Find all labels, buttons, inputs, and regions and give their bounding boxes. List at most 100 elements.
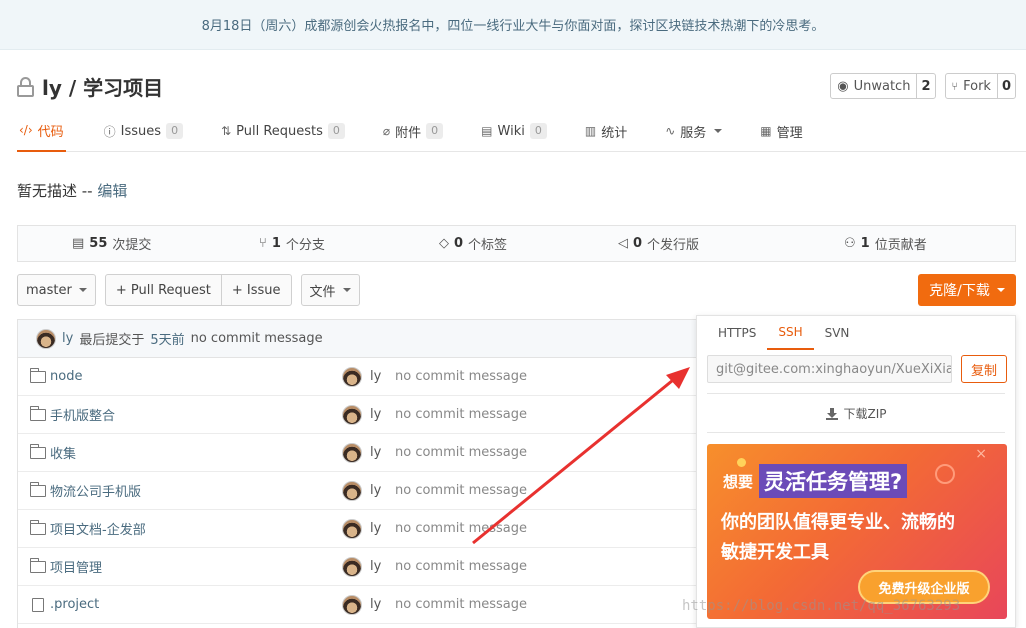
file-name-link[interactable]: 项目文档-企发部 — [29, 519, 146, 538]
stat-releases[interactable]: ◁ 0 个发行版 — [618, 234, 699, 253]
file-commit-message[interactable]: no commit message — [395, 521, 527, 536]
tab-services[interactable]: ∿ 服务 — [665, 110, 723, 152]
file-name: node — [50, 369, 83, 384]
watch-count[interactable]: 2 — [917, 74, 934, 98]
avatar — [342, 594, 362, 615]
branch-select[interactable]: master — [17, 274, 96, 306]
watch-button[interactable]: ◉ Unwatch 2 — [830, 73, 936, 99]
tab-wiki[interactable]: ▤ Wiki 0 — [481, 110, 547, 152]
file-name-link[interactable]: .project — [30, 597, 99, 612]
fork-label[interactable]: Fork — [963, 79, 991, 94]
promo-banner[interactable]: × 想要 灵活任务管理? 你的团队值得更专业、流畅的 敏捷开发工具 免费升级企业… — [707, 444, 1007, 619]
tab-ssh[interactable]: SSH — [767, 316, 814, 350]
tab-pull-requests[interactable]: ⇅ Pull Requests 0 — [221, 110, 345, 152]
tab-stats[interactable]: ▥ 统计 — [585, 110, 627, 152]
avatar[interactable] — [36, 328, 56, 349]
file-author[interactable]: ly — [342, 366, 381, 387]
stat-tags[interactable]: ◇ 0 个标签 — [439, 234, 507, 253]
edit-description-link[interactable]: 编辑 — [97, 182, 127, 200]
promo-line-2: 敏捷开发工具 — [721, 542, 829, 563]
tab-manage[interactable]: ▦ 管理 — [760, 110, 802, 152]
file-name-link[interactable]: 手机版整合 — [29, 405, 115, 424]
clone-url-input[interactable]: git@gitee.com:xinghaoyun/XueXiXiangMu.gi… — [707, 355, 952, 383]
author-name: ly — [370, 483, 382, 498]
folder-icon — [29, 405, 46, 421]
file-menu-label: 文件 — [309, 284, 336, 300]
tab-label: 代码 — [37, 124, 64, 140]
avatar — [342, 518, 362, 539]
tab-code[interactable]: ‹/› 代码 — [17, 110, 66, 152]
file-commit-message[interactable]: no commit message — [395, 407, 527, 422]
clone-protocol-tabs: HTTPS SSH SVN — [707, 316, 860, 350]
folder-icon — [29, 519, 46, 535]
file-commit-message[interactable]: no commit message — [395, 369, 527, 384]
repo-stats-bar: ▤ 55 次提交 ⑂ 1 个分支 ◇ 0 个标签 ◁ 0 个发行版 ⚇ 1 位贡献者 — [17, 225, 1016, 262]
contributors-icon: ⚇ — [844, 236, 856, 251]
releases-label: 个发行版 — [647, 238, 700, 253]
tab-https[interactable]: HTTPS — [707, 316, 767, 350]
tags-count: 0 — [454, 236, 464, 251]
file-icon — [32, 597, 44, 612]
close-icon[interactable]: × — [975, 446, 987, 462]
file-author[interactable]: ly — [342, 518, 381, 539]
tab-label: 附件 — [395, 125, 422, 141]
stat-commits[interactable]: ▤ 55 次提交 — [72, 234, 151, 253]
folder-icon — [29, 481, 46, 497]
tab-issues[interactable]: ⓘ Issues 0 — [104, 110, 184, 152]
clone-label: 克隆/下载 — [929, 283, 990, 299]
fork-button[interactable]: ⑂ Fork 0 — [944, 73, 1016, 99]
tab-count: 0 — [166, 123, 184, 139]
tab-count: 0 — [327, 123, 345, 139]
download-zip-link[interactable]: 下载ZIP — [697, 405, 1015, 422]
commit-message[interactable]: no commit message — [191, 331, 323, 346]
tab-label: Issues — [120, 123, 162, 139]
tab-label: Pull Requests — [236, 123, 323, 139]
lock-icon — [17, 76, 34, 97]
tab-svn[interactable]: SVN — [814, 316, 861, 350]
stat-branches[interactable]: ⑂ 1 个分支 — [259, 234, 325, 253]
commit-author-link[interactable]: ly — [62, 331, 73, 346]
service-icon: ∿ — [665, 124, 676, 138]
wiki-icon: ▤ — [481, 124, 493, 138]
repo-owner-link[interactable]: ly — [42, 76, 62, 100]
file-menu-button[interactable]: 文件 — [300, 274, 360, 306]
decor-ring — [935, 464, 955, 484]
file-name-link[interactable]: node — [29, 367, 83, 384]
file-name-link[interactable]: 收集 — [29, 443, 76, 462]
announcement-text[interactable]: 8月18日（周六）成都源创会火热报名中，四位一线行业大牛与你面对面，探讨区块链技… — [202, 15, 825, 34]
author-name: ly — [370, 597, 382, 612]
file-author[interactable]: ly — [342, 480, 382, 501]
tags-label: 个标签 — [468, 238, 508, 253]
stat-contributors[interactable]: ⚇ 1 位贡献者 — [844, 234, 927, 253]
file-commit-message[interactable]: no commit message — [395, 445, 527, 460]
fork-count[interactable]: 0 — [998, 74, 1015, 98]
new-pull-request-button[interactable]: + Pull Request — [106, 275, 221, 305]
file-author[interactable]: ly — [342, 404, 382, 425]
divider — [707, 432, 1005, 433]
file-commit-message[interactable]: no commit message — [395, 559, 527, 574]
promo-headline: 想要 灵活任务管理? — [723, 464, 908, 498]
clone-download-button[interactable]: 克隆/下载 — [918, 274, 1016, 306]
file-author[interactable]: ly — [342, 556, 382, 577]
file-name-link[interactable]: 项目管理 — [29, 557, 102, 576]
copy-button[interactable]: 复制 — [961, 355, 1007, 383]
author-name: ly — [370, 407, 382, 422]
repo-name-link[interactable]: 学习项目 — [83, 76, 163, 100]
file-commit-message[interactable]: no commit message — [395, 483, 527, 498]
file-name: 项目文档-企发部 — [50, 523, 146, 538]
commits-label: 次提交 — [112, 238, 152, 253]
file-author[interactable]: ly — [342, 442, 381, 463]
announcement-banner[interactable]: 8月18日（周六）成都源创会火热报名中，四位一线行业大牛与你面对面，探讨区块链技… — [0, 0, 1026, 50]
tab-attachments[interactable]: ⌀ 附件 0 — [383, 110, 444, 152]
author-name: ly — [370, 559, 382, 574]
new-issue-button[interactable]: + Issue — [220, 275, 291, 305]
contributors-label: 位贡献者 — [874, 238, 927, 253]
file-name-link[interactable]: 物流公司手机版 — [29, 481, 141, 500]
commit-prefix: 最后提交于 — [79, 333, 145, 348]
branches-label: 个分支 — [285, 238, 325, 253]
commit-time[interactable]: 5天前 — [150, 329, 184, 348]
file-commit-message[interactable]: no commit message — [395, 597, 527, 612]
watch-label[interactable]: Unwatch — [854, 79, 911, 94]
create-buttons: + Pull Request + Issue — [104, 274, 292, 306]
file-author[interactable]: ly — [342, 594, 382, 615]
